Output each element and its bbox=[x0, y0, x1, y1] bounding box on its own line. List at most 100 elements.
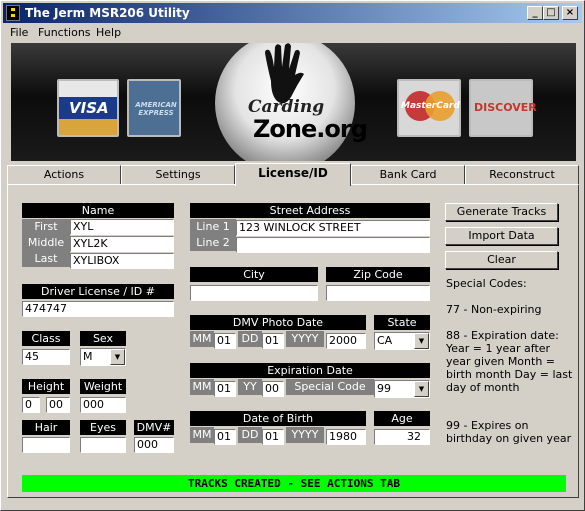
menu-functions[interactable]: Functions bbox=[38, 26, 91, 39]
dob-yyyy-label: YYYY bbox=[286, 427, 324, 443]
amex-logo-text: AMERICAN EXPRESS bbox=[135, 101, 177, 117]
banner-image: VISA AMERICAN EXPRESS Carding Zone.org M… bbox=[11, 43, 576, 161]
hair-header: Hair bbox=[22, 420, 70, 435]
chevron-down-icon[interactable]: ▼ bbox=[414, 381, 429, 397]
weight-field[interactable]: 000 bbox=[80, 397, 126, 413]
dmv-field[interactable]: 000 bbox=[134, 437, 174, 453]
middle-name-field[interactable]: XYL2K bbox=[70, 236, 174, 252]
last-name-label: Last bbox=[22, 251, 70, 267]
eyes-header: Eyes bbox=[80, 420, 126, 435]
dob-dd-label: DD bbox=[238, 427, 262, 443]
sex-header: Sex bbox=[80, 331, 126, 346]
tab-license-id[interactable]: License/ID bbox=[235, 163, 351, 186]
dob-mm-label: MM bbox=[190, 427, 214, 443]
title-bar[interactable]: The Jerm MSR206 Utility _ □ × bbox=[3, 3, 582, 23]
license-id-panel: Name First XYL Middle XYL2K Last XYLIBOX… bbox=[7, 184, 579, 498]
special-code-88-text: 88 - Expiration date: Year = 1 year afte… bbox=[446, 329, 573, 394]
tab-strip: Actions Settings License/ID Bank Card Re… bbox=[7, 163, 579, 186]
expiration-header: Expiration Date bbox=[190, 363, 430, 378]
eyes-field[interactable] bbox=[80, 437, 126, 453]
last-name-field[interactable]: XYLIBOX bbox=[70, 253, 174, 269]
zip-header: Zip Code bbox=[326, 267, 430, 282]
class-field[interactable]: 45 bbox=[22, 349, 70, 365]
special-codes-title: Special Codes: bbox=[446, 277, 527, 290]
carding-zone-logo: Carding Zone.org bbox=[215, 43, 368, 161]
exp-yy-label: YY bbox=[238, 379, 262, 395]
window-title: The Jerm MSR206 Utility bbox=[25, 6, 190, 20]
mastercard-logo: MasterCard bbox=[397, 79, 461, 137]
tab-settings[interactable]: Settings bbox=[121, 165, 235, 185]
state-header: State bbox=[374, 315, 430, 330]
name-header: Name bbox=[22, 203, 174, 218]
visa-logo-text: VISA bbox=[69, 99, 109, 117]
menu-help[interactable]: Help bbox=[96, 26, 121, 39]
height-inches-field[interactable]: 00 bbox=[46, 397, 70, 413]
hair-field[interactable] bbox=[22, 437, 70, 453]
special-code-77-text: 77 - Non-expiring bbox=[446, 303, 542, 316]
middle-name-label: Middle bbox=[22, 235, 70, 251]
photo-mm-field[interactable]: 01 bbox=[214, 333, 236, 349]
first-name-field[interactable]: XYL bbox=[70, 219, 174, 235]
photo-mm-label: MM bbox=[190, 331, 214, 347]
menu-file[interactable]: File bbox=[10, 26, 28, 39]
exp-mm-field[interactable]: 01 bbox=[214, 381, 236, 397]
discover-card-logo: DISCOVER bbox=[469, 79, 537, 137]
state-value: CA bbox=[377, 334, 393, 347]
height-feet-field[interactable]: 0 bbox=[22, 397, 40, 413]
logo-zone-text: Zone.org bbox=[253, 115, 368, 143]
tab-reconstruct[interactable]: Reconstruct bbox=[465, 165, 579, 185]
special-code-value: 99 bbox=[377, 382, 391, 395]
address-line1-field[interactable]: 123 WINLOCK STREET bbox=[236, 220, 430, 236]
special-code-99-text: 99 - Expires on birthday on given year bbox=[446, 419, 572, 445]
sex-value: M bbox=[83, 350, 93, 363]
tab-bank-card[interactable]: Bank Card bbox=[351, 165, 465, 185]
first-name-label: First bbox=[22, 219, 70, 235]
photo-dd-field[interactable]: 01 bbox=[262, 333, 284, 349]
state-select[interactable]: CA ▼ bbox=[374, 332, 430, 350]
age-field[interactable]: 32 bbox=[374, 429, 430, 445]
weight-header: Weight bbox=[80, 379, 126, 394]
city-header: City bbox=[190, 267, 318, 282]
chevron-down-icon[interactable]: ▼ bbox=[110, 349, 125, 365]
address-line2-label: Line 2 bbox=[190, 235, 236, 251]
photo-yyyy-field[interactable]: 2000 bbox=[326, 333, 366, 349]
special-code-label: Special Code bbox=[286, 379, 374, 395]
status-banner: TRACKS CREATED - SEE ACTIONS TAB bbox=[22, 475, 566, 492]
sex-select[interactable]: M ▼ bbox=[80, 348, 126, 366]
photo-yyyy-label: YYYY bbox=[286, 331, 324, 347]
amex-card-logo: AMERICAN EXPRESS bbox=[127, 79, 181, 137]
generate-tracks-button[interactable]: Generate Tracks bbox=[445, 203, 558, 221]
address-header: Street Address bbox=[190, 203, 430, 218]
city-field[interactable] bbox=[190, 285, 318, 301]
app-window: The Jerm MSR206 Utility _ □ × File Funct… bbox=[0, 0, 585, 511]
dob-header: Date of Birth bbox=[190, 411, 366, 426]
age-header: Age bbox=[374, 411, 430, 426]
license-number-field[interactable]: 474747 bbox=[22, 301, 174, 317]
logo-carding-text: Carding bbox=[248, 97, 325, 117]
photo-dd-label: DD bbox=[238, 331, 262, 347]
exp-yy-field[interactable]: 00 bbox=[262, 381, 284, 397]
import-data-button[interactable]: Import Data bbox=[445, 227, 558, 245]
dob-mm-field[interactable]: 01 bbox=[214, 429, 236, 445]
address-line2-field[interactable] bbox=[236, 237, 430, 253]
exp-mm-label: MM bbox=[190, 379, 214, 395]
tab-actions[interactable]: Actions bbox=[7, 165, 121, 185]
address-line1-label: Line 1 bbox=[190, 219, 236, 235]
mastercard-logo-text: MasterCard bbox=[401, 101, 460, 111]
menu-bar: File Functions Help bbox=[3, 24, 582, 42]
minimize-button[interactable]: _ bbox=[527, 6, 543, 20]
special-code-select[interactable]: 99 ▼ bbox=[374, 380, 430, 398]
dob-dd-field[interactable]: 01 bbox=[262, 429, 284, 445]
chevron-down-icon[interactable]: ▼ bbox=[414, 333, 429, 349]
height-header: Height bbox=[22, 379, 70, 394]
license-header: Driver License / ID # bbox=[22, 284, 174, 299]
discover-logo-text: DISCOVER bbox=[474, 101, 537, 114]
app-icon bbox=[6, 5, 20, 21]
zip-field[interactable] bbox=[326, 285, 430, 301]
dob-yyyy-field[interactable]: 1980 bbox=[326, 429, 366, 445]
dmv-header: DMV# bbox=[134, 420, 174, 435]
clear-button[interactable]: Clear bbox=[445, 251, 558, 269]
close-button[interactable]: × bbox=[562, 6, 578, 20]
class-header: Class bbox=[22, 331, 70, 346]
maximize-button[interactable]: □ bbox=[543, 6, 559, 20]
